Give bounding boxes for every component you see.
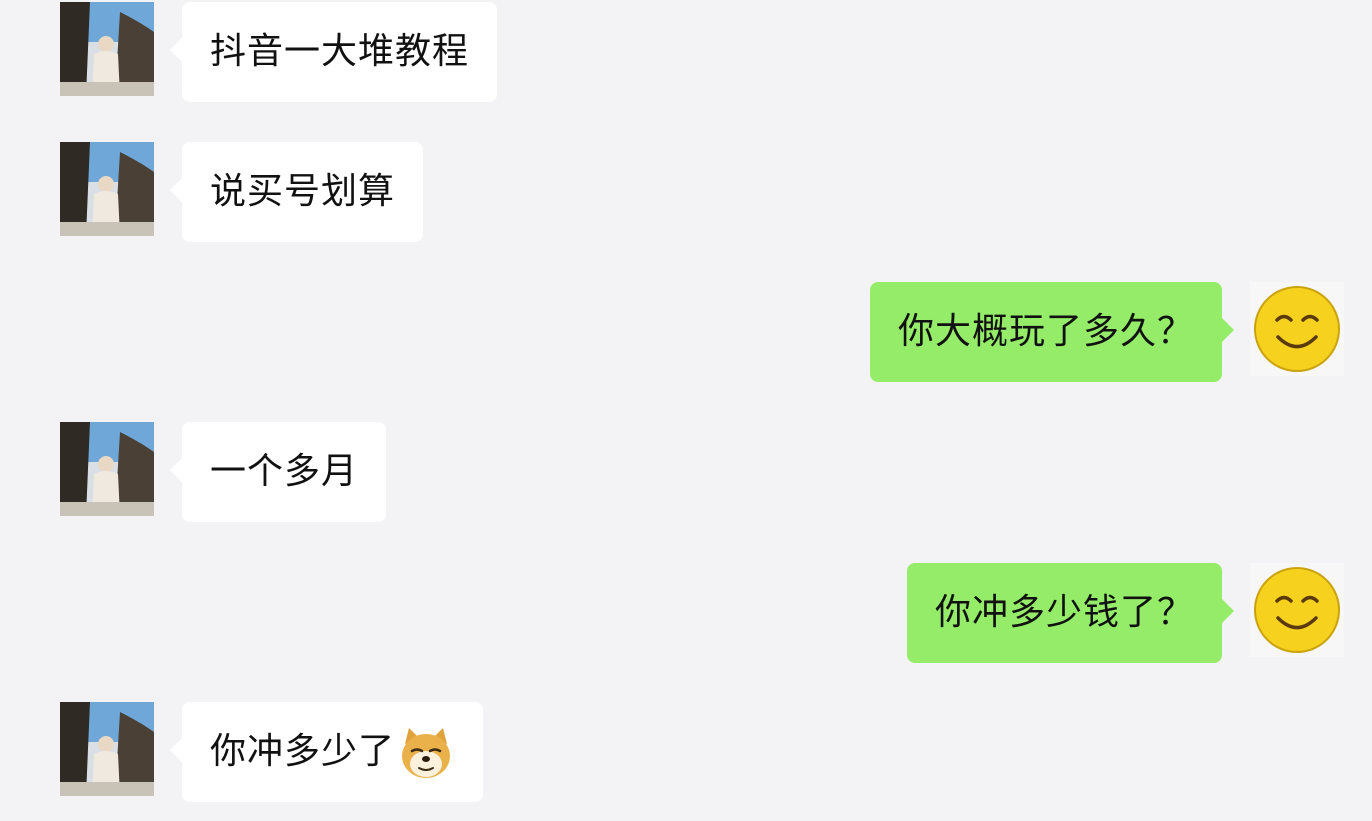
avatar[interactable] <box>60 2 154 96</box>
smiley-face-avatar-icon <box>1250 563 1344 657</box>
message-text: 你冲多少钱了？ <box>934 592 1194 633</box>
incoming-message-bubble[interactable]: 抖音一大堆教程 <box>169 2 498 102</box>
photo-avatar-image <box>60 2 154 96</box>
avatar[interactable] <box>1250 282 1344 376</box>
message-text: 一个多月 <box>210 451 359 492</box>
avatar[interactable] <box>1250 563 1344 657</box>
smiley-face-avatar-icon <box>1250 282 1344 376</box>
message-text: 抖音一大堆教程 <box>210 31 470 72</box>
outgoing-message-bubble[interactable]: 你大概玩了多久？ <box>869 282 1235 382</box>
photo-avatar-image <box>60 702 154 796</box>
avatar[interactable] <box>60 702 154 796</box>
incoming-message-bubble[interactable]: 你冲多少了 <box>169 702 484 802</box>
avatar[interactable] <box>60 422 154 516</box>
avatar[interactable] <box>60 142 154 236</box>
message-text: 你大概玩了多久？ <box>897 311 1194 352</box>
incoming-message-bubble[interactable]: 一个多月 <box>169 422 387 522</box>
doge-emoji-icon <box>397 721 455 779</box>
outgoing-message-bubble[interactable]: 你冲多少钱了？ <box>906 563 1235 663</box>
chat-transcript: 抖音一大堆教程 说买号划算 你大概玩了多久？ 一个多月 你冲多少钱了？ 你冲多少… <box>0 0 1372 806</box>
message-text: 你冲多少了 <box>210 731 396 772</box>
photo-avatar-image <box>60 422 154 516</box>
message-text: 说买号划算 <box>210 171 396 212</box>
photo-avatar-image <box>60 142 154 236</box>
incoming-message-bubble[interactable]: 说买号划算 <box>169 142 424 242</box>
